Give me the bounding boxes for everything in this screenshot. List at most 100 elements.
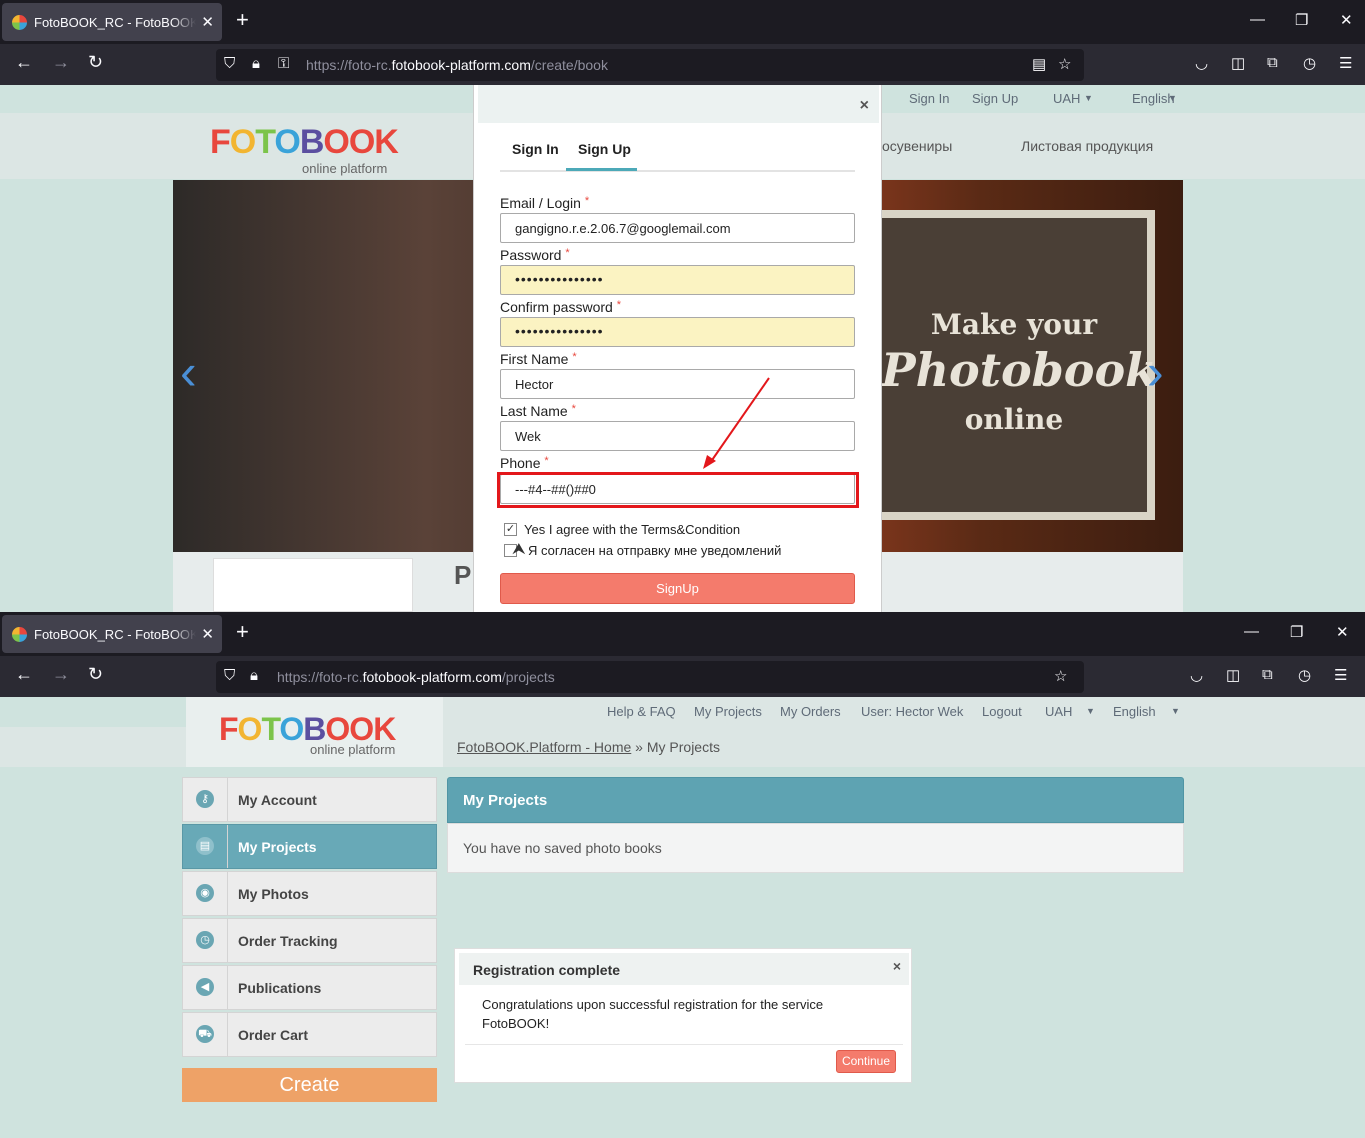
sidebar-item-my-photos[interactable]: ◉ My Photos	[182, 871, 437, 916]
minimize-icon[interactable]: —	[1244, 623, 1259, 640]
chevron-down-icon[interactable]: ▼	[1171, 706, 1180, 716]
sidebar-icon[interactable]: ◫	[1231, 54, 1245, 72]
url-text[interactable]: https://foto-rc.fotobook-platform.com/cr…	[306, 57, 608, 73]
close-tab-icon[interactable]: ✕	[201, 13, 214, 31]
close-tab-icon[interactable]: ✕	[201, 625, 214, 643]
reload-icon[interactable]: ↻	[88, 664, 103, 685]
minimize-icon[interactable]: —	[1250, 11, 1265, 28]
url-text[interactable]: https://foto-rc.fotobook-platform.com/pr…	[277, 669, 555, 685]
clock-icon: ◷	[196, 931, 214, 949]
sidebar-icon-cell: ◷	[183, 919, 228, 962]
sidebar-item-my-projects[interactable]: ▤ My Projects	[182, 824, 437, 869]
menu-help-faq[interactable]: Help & FAQ	[607, 704, 676, 719]
menu-my-projects[interactable]: My Projects	[694, 704, 762, 719]
sidebar-item-label: Publications	[238, 980, 322, 996]
tab-bar: FotoBOOK_RC - FotoBOOK.Platform ✕ + — ❐ …	[0, 612, 1365, 656]
tab-title: FotoBOOK_RC - FotoBOOK.Platform	[34, 15, 196, 30]
bookmark-star-icon[interactable]: ☆	[1058, 55, 1071, 73]
sidebar-icon-cell: ⛟	[183, 1013, 228, 1056]
sidebar-item-my-account[interactable]: ⚷ My Account	[182, 777, 437, 822]
site-logo[interactable]: FOTOBOOK online platform	[186, 697, 443, 767]
address-bar[interactable]: ⛉ 🔒︎ https://foto-rc.fotobook-platform.c…	[216, 661, 1084, 693]
forward-icon[interactable]: →	[52, 664, 70, 685]
sidebar-item-label: My Projects	[238, 839, 317, 855]
annotation-arrow-icon	[703, 377, 770, 469]
sidebar-item-order-tracking[interactable]: ◷ Order Tracking	[182, 918, 437, 963]
new-tab-button[interactable]: +	[236, 619, 249, 645]
sidebar-item-order-cart[interactable]: ⛟ Order Cart	[182, 1012, 437, 1057]
cart-icon: ⛟	[196, 1025, 214, 1043]
forward-icon[interactable]: →	[52, 52, 70, 73]
projects-panel-body: You have no saved photo books	[447, 823, 1184, 873]
history-icon[interactable]: ◷	[1303, 54, 1316, 72]
browser-window-signup: FotoBOOK_RC - FotoBOOK.Platform ✕ + — ❐ …	[0, 0, 1365, 612]
back-icon[interactable]: ←	[15, 52, 33, 73]
tab-title: FotoBOOK_RC - FotoBOOK.Platform	[34, 627, 196, 642]
favicon-icon	[12, 15, 27, 30]
shield-icon[interactable]: ⛉	[224, 667, 235, 684]
browser-tab[interactable]: FotoBOOK_RC - FotoBOOK.Platform ✕	[2, 615, 222, 653]
create-button[interactable]: Create	[182, 1068, 437, 1102]
registration-dialog: Registration complete × Congratulations …	[454, 948, 912, 1083]
book-icon: ▤	[196, 837, 214, 855]
projects-title: My Projects	[463, 792, 548, 809]
pocket-icon[interactable]: ◡	[1195, 54, 1208, 72]
pocket-icon[interactable]: ◡	[1190, 666, 1203, 684]
address-bar[interactable]: ⛉ 🔒︎ ⚿ https://foto-rc.fotobook-platform…	[216, 49, 1084, 81]
shield-icon[interactable]: ⛉	[224, 55, 235, 72]
projects-empty-message: You have no saved photo books	[463, 840, 662, 856]
sidebar-item-publications[interactable]: ◀ Publications	[182, 965, 437, 1010]
sidebar-item-label: My Account	[238, 792, 317, 808]
bookmark-star-icon[interactable]: ☆	[1054, 667, 1067, 685]
browser-tab[interactable]: FotoBOOK_RC - FotoBOOK.Platform ✕	[2, 3, 222, 41]
key-icon[interactable]: ⚿	[278, 55, 289, 72]
reload-icon[interactable]: ↻	[88, 52, 103, 73]
menu-my-orders[interactable]: My Orders	[780, 704, 841, 719]
menu-logout[interactable]: Logout	[982, 704, 1022, 719]
key-icon: ⚷	[196, 790, 214, 808]
chevron-down-icon[interactable]: ▼	[1086, 706, 1095, 716]
continue-button[interactable]: Continue	[836, 1050, 896, 1073]
restore-icon[interactable]: ❐	[1290, 623, 1303, 641]
menu-icon[interactable]: ☰	[1339, 54, 1352, 72]
dialog-title: Registration complete	[473, 962, 621, 978]
close-window-icon[interactable]: ✕	[1340, 11, 1353, 29]
projects-panel-header: My Projects	[447, 777, 1184, 823]
breadcrumb-text: FotoBOOK.Platform - Home » My Projects	[457, 739, 720, 755]
sidebar-icon-cell: ▤	[183, 825, 228, 868]
dialog-divider	[465, 1044, 903, 1045]
extensions-icon[interactable]: ⧉	[1262, 666, 1273, 683]
back-icon[interactable]: ←	[15, 664, 33, 685]
sidebar-item-label: Order Cart	[238, 1027, 309, 1043]
sidebar-icon-cell: ⚷	[183, 778, 228, 821]
favicon-icon	[12, 627, 27, 642]
sidebar-icon-cell: ◀	[183, 966, 228, 1009]
lock-icon[interactable]: 🔒︎	[252, 55, 260, 72]
sidebar-item-label: My Photos	[238, 886, 309, 902]
close-icon[interactable]: ×	[893, 958, 901, 974]
history-icon[interactable]: ◷	[1298, 666, 1311, 684]
breadcrumb-current: My Projects	[646, 739, 720, 755]
page-content: FotoBOOK.Platform - Home » My Projects H…	[0, 697, 1365, 1138]
extensions-icon[interactable]: ⧉	[1267, 54, 1278, 71]
nav-toolbar: ← → ↻ ⛉ 🔒︎ https://foto-rc.fotobook-plat…	[0, 656, 1365, 697]
menu-currency[interactable]: UAH	[1045, 704, 1072, 719]
sidebar-item-label: Order Tracking	[238, 933, 338, 949]
menu-language[interactable]: English	[1113, 704, 1156, 719]
megaphone-icon: ◀	[196, 978, 214, 996]
page-content: FOTOBOOK online platform осувениры Листо…	[0, 85, 1365, 612]
dialog-message: Congratulations upon successful registra…	[482, 997, 824, 1031]
lock-icon[interactable]: 🔒︎	[250, 667, 258, 684]
new-tab-button[interactable]: +	[236, 7, 249, 33]
sidebar-icon-cell: ◉	[183, 872, 228, 915]
logo-subtitle: online platform	[310, 742, 396, 757]
dialog-header: Registration complete	[459, 953, 909, 985]
menu-icon[interactable]: ☰	[1334, 666, 1347, 684]
camera-icon: ◉	[196, 884, 214, 902]
restore-icon[interactable]: ❐	[1295, 11, 1308, 29]
close-window-icon[interactable]: ✕	[1336, 623, 1349, 641]
breadcrumb-home-link[interactable]: FotoBOOK.Platform - Home	[457, 739, 631, 755]
menu-user[interactable]: User: Hector Wek	[861, 704, 963, 719]
sidebar-icon[interactable]: ◫	[1226, 666, 1240, 684]
reader-view-icon[interactable]: ▤	[1032, 55, 1046, 73]
